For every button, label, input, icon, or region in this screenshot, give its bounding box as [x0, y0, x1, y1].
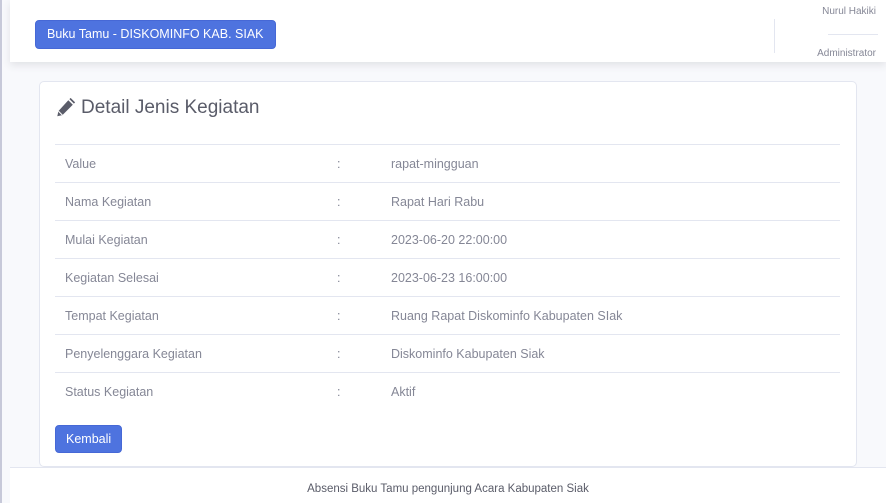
detail-value: Aktif: [390, 372, 840, 411]
detail-label: Status Kegiatan: [55, 372, 337, 411]
detail-row: Tempat Kegiatan: Ruang Rapat Diskominfo K…: [55, 296, 840, 335]
card-header: Detail Jenis Kegiatan: [55, 96, 260, 120]
detail-label: Tempat Kegiatan: [55, 296, 337, 335]
detail-separator: :: [337, 296, 390, 335]
footer: Absensi Buku Tamu pengunjung Acara Kabup…: [10, 467, 886, 503]
detail-row: Status Kegiatan: Aktif: [55, 372, 840, 411]
topbar: Buku Tamu - DISKOMINFO KAB. SIAK Nurul H…: [10, 0, 886, 62]
detail-value: Diskominfo Kabupaten Siak: [390, 334, 840, 373]
detail-value: Rapat Hari Rabu: [390, 182, 840, 221]
pencil-icon: [55, 98, 75, 118]
detail-label: Value: [55, 144, 337, 183]
detail-label: Penyelenggara Kegiatan: [55, 334, 337, 373]
detail-row: Mulai Kegiatan:2023-06-20 22:00:00: [55, 220, 840, 259]
footer-text: Absensi Buku Tamu pengunjung Acara Kabup…: [307, 483, 589, 495]
detail-label: Nama Kegiatan: [55, 182, 337, 221]
detail-value: 2023-06-20 22:00:00: [390, 220, 840, 259]
detail-table: Value: rapat-mingguan Nama Kegiatan: Rapat …: [55, 144, 840, 411]
detail-value: Ruang Rapat Diskominfo Kabupaten SIak: [390, 296, 840, 335]
user-separator: [828, 34, 878, 35]
detail-separator: :: [337, 258, 390, 297]
detail-value: 2023-06-23 16:00:00: [390, 258, 840, 297]
detail-separator: :: [337, 220, 390, 259]
detail-label: Kegiatan Selesai: [55, 258, 337, 297]
detail-separator: :: [337, 372, 390, 411]
sidebar-edge: [0, 0, 2, 503]
brand-button[interactable]: Buku Tamu - DISKOMINFO KAB. SIAK: [35, 20, 276, 49]
detail-row: Nama Kegiatan: Rapat Hari Rabu: [55, 182, 840, 221]
detail-row: Kegiatan Selesai:2023-06-23 16:00:00: [55, 258, 840, 297]
detail-row: Value: rapat-mingguan: [55, 144, 840, 183]
detail-separator: :: [337, 182, 390, 221]
detail-row: Penyelenggara Kegiatan: Diskominfo Kabupa…: [55, 334, 840, 373]
user-name[interactable]: Nurul Hakiki: [822, 6, 876, 17]
back-button[interactable]: Kembali: [55, 425, 123, 453]
detail-value: rapat-mingguan: [390, 144, 840, 183]
detail-separator: :: [337, 144, 390, 183]
topbar-divider: [774, 19, 775, 53]
detail-card: Detail Jenis Kegiatan Value: rapat-minggu…: [39, 81, 857, 467]
detail-separator: :: [337, 334, 390, 373]
card-title: Detail Jenis Kegiatan: [81, 97, 260, 118]
user-role: Administrator: [817, 48, 876, 59]
detail-label: Mulai Kegiatan: [55, 220, 337, 259]
